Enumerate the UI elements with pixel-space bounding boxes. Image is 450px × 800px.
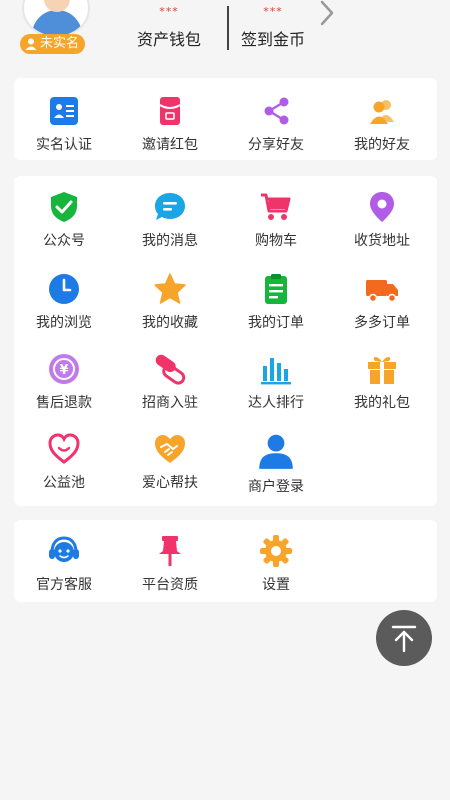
menu-item-orders[interactable]: 我的订单 xyxy=(226,272,326,332)
menu-item-merchant-join[interactable]: 招商入驻 xyxy=(120,352,220,412)
menu-item-label: 分享好友 xyxy=(248,137,304,153)
menu-item-share-friends[interactable]: 分享好友 xyxy=(226,94,326,154)
paperclip-icon xyxy=(155,354,186,385)
pin-icon xyxy=(159,536,181,566)
menu-item-label: 设置 xyxy=(262,577,290,593)
menu-item-gift-pack[interactable]: 我的礼包 xyxy=(332,352,432,412)
bar-chart-icon xyxy=(261,358,291,385)
menu-item-label: 售后退款 xyxy=(36,395,92,411)
shield-check-icon xyxy=(51,192,77,222)
menu-item-label: 我的好友 xyxy=(354,137,410,153)
refund-icon: ¥ xyxy=(49,354,79,384)
asset-wallet-label: 资产钱包 xyxy=(136,30,201,49)
menu-item-label: 我的收藏 xyxy=(142,315,198,331)
menu-item-ranking[interactable]: 达人排行 xyxy=(226,352,326,412)
menu-item-label: 实名认证 xyxy=(36,137,92,153)
user-icon xyxy=(259,434,293,469)
headset-icon xyxy=(49,536,79,562)
menu-item-label: 达人排行 xyxy=(248,395,304,411)
menu-item-official-account[interactable]: 公众号 xyxy=(14,190,114,250)
handshake-icon xyxy=(155,435,185,463)
service-menu-card: 官方客服 平台资质 设置 xyxy=(14,520,437,602)
main-menu-card: 公众号 我的消息 购物车 收货地址 我的浏览 我的收藏 我的订单 多多订单 ¥ … xyxy=(14,176,437,506)
clock-icon xyxy=(49,274,79,304)
menu-item-label: 邀请红包 xyxy=(142,137,198,153)
checkin-coins-value: *** xyxy=(263,5,283,18)
verification-badge-label: 未实名 xyxy=(40,36,80,51)
menu-item-settings[interactable]: 设置 xyxy=(226,534,326,594)
truck-icon xyxy=(366,280,398,303)
profile-header: 未实名 *** 资产钱包 *** 签到金币 xyxy=(0,0,450,66)
quick-menu-card: 实名认证 邀请红包 分享好友 我的好友 xyxy=(14,78,437,160)
red-envelope-icon xyxy=(159,97,181,125)
checkin-coins[interactable]: *** 签到金币 xyxy=(228,4,318,50)
menu-item-label: 我的消息 xyxy=(142,233,198,249)
share-icon xyxy=(264,97,289,125)
menu-item-invite-redpacket[interactable]: 邀请红包 xyxy=(120,94,220,154)
gift-icon xyxy=(368,356,396,384)
clipboard-icon xyxy=(265,274,287,304)
menu-item-history[interactable]: 我的浏览 xyxy=(14,272,114,332)
menu-item-cart[interactable]: 购物车 xyxy=(226,190,326,250)
menu-item-charity-help[interactable]: 爱心帮扶 xyxy=(120,432,220,492)
asset-wallet-value: *** xyxy=(159,5,179,18)
menu-item-label: 我的礼包 xyxy=(354,395,410,411)
menu-item-messages[interactable]: 我的消息 xyxy=(120,190,220,250)
menu-item-label: 多多订单 xyxy=(354,315,410,331)
menu-item-address[interactable]: 收货地址 xyxy=(332,190,432,250)
avatar[interactable] xyxy=(22,0,90,38)
gear-icon xyxy=(260,535,292,567)
menu-item-charity-pool[interactable]: 公益池 xyxy=(14,432,114,492)
menu-item-favorites[interactable]: 我的收藏 xyxy=(120,272,220,332)
location-pin-icon xyxy=(370,192,394,222)
checkin-coins-label: 签到金币 xyxy=(240,30,305,49)
menu-item-duoduo-orders[interactable]: 多多订单 xyxy=(332,272,432,332)
menu-item-platform-qualification[interactable]: 平台资质 xyxy=(120,534,220,594)
menu-item-label: 官方客服 xyxy=(36,577,92,593)
friends-icon xyxy=(370,100,394,124)
svg-text:¥: ¥ xyxy=(59,363,68,378)
menu-item-label: 公众号 xyxy=(43,233,85,249)
menu-item-label: 商户登录 xyxy=(248,479,304,495)
menu-item-label: 公益池 xyxy=(43,475,85,491)
menu-item-label: 招商入驻 xyxy=(142,395,198,411)
menu-item-label: 平台资质 xyxy=(142,577,198,593)
menu-item-label: 我的订单 xyxy=(248,315,304,331)
verification-badge[interactable]: 未实名 xyxy=(20,34,86,54)
menu-item-real-name[interactable]: 实名认证 xyxy=(14,94,114,154)
menu-item-label: 收货地址 xyxy=(354,233,410,249)
chevron-right-icon[interactable] xyxy=(316,0,338,26)
menu-item-label: 爱心帮扶 xyxy=(142,475,198,491)
menu-item-customer-service[interactable]: 官方客服 xyxy=(14,534,114,594)
menu-item-my-friends[interactable]: 我的好友 xyxy=(332,94,432,154)
heart-outline-icon xyxy=(48,433,80,464)
message-icon xyxy=(155,193,185,220)
star-icon xyxy=(154,273,186,304)
menu-item-label: 购物车 xyxy=(255,233,297,249)
menu-item-label: 我的浏览 xyxy=(36,315,92,331)
person-icon xyxy=(25,38,37,50)
id-card-icon xyxy=(50,97,78,125)
menu-item-merchant-login[interactable]: 商户登录 xyxy=(226,432,326,496)
cart-icon xyxy=(261,193,291,220)
back-to-top-button[interactable] xyxy=(376,610,432,666)
menu-item-refund[interactable]: ¥ 售后退款 xyxy=(14,352,114,412)
arrow-up-icon xyxy=(391,625,417,653)
asset-wallet[interactable]: *** 资产钱包 xyxy=(124,4,214,50)
